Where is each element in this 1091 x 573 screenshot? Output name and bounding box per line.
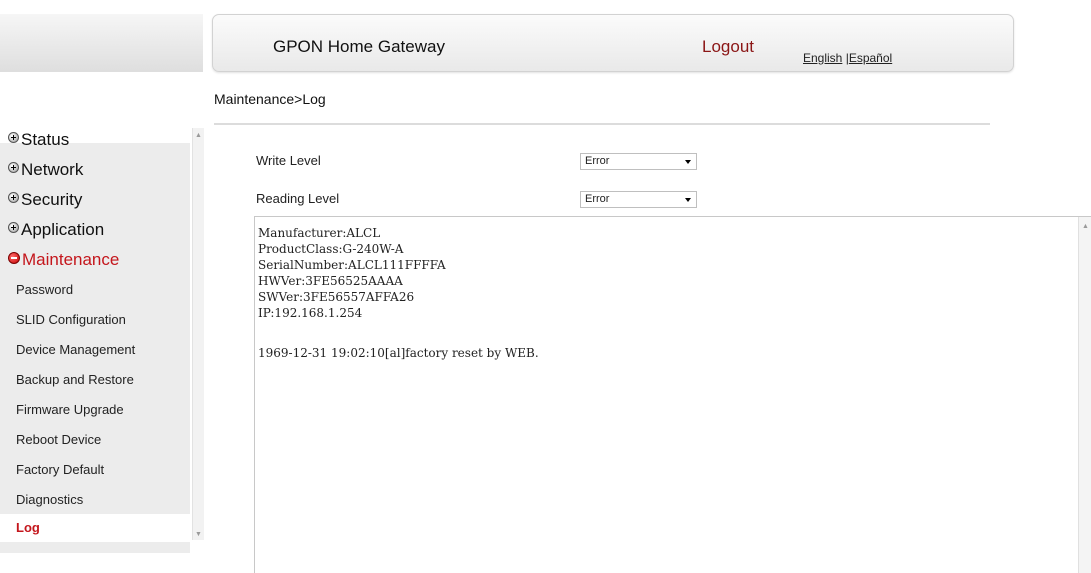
sidebar-group-label: Network xyxy=(21,160,84,179)
sidebar-group-security[interactable]: Security xyxy=(8,190,82,214)
log-scrollbar[interactable]: ▲ xyxy=(1078,217,1091,573)
sidebar-item-reboot-device[interactable]: Reboot Device xyxy=(0,426,190,454)
sidebar-item-slid-configuration[interactable]: SLID Configuration xyxy=(0,306,190,334)
write-level-value: Error xyxy=(585,155,610,167)
sidebar-group-maintenance[interactable]: Maintenance xyxy=(8,250,119,274)
breadcrumb: Maintenance>Log xyxy=(214,91,326,107)
sidebar: Status Network Security Application Main… xyxy=(0,128,204,553)
breadcrumb-divider xyxy=(214,123,990,125)
write-level-select[interactable]: Error xyxy=(580,153,697,170)
scroll-up-arrow-icon[interactable]: ▲ xyxy=(195,132,202,139)
expand-plus-icon xyxy=(8,222,19,233)
scroll-down-arrow-icon[interactable]: ▼ xyxy=(195,531,202,538)
chevron-down-icon xyxy=(685,198,691,202)
expand-plus-icon xyxy=(8,192,19,203)
language-switcher: English |Español xyxy=(803,51,892,65)
log-line: SerialNumber:ALCL111FFFFA xyxy=(258,258,446,272)
sidebar-group-application[interactable]: Application xyxy=(8,220,104,244)
lang-spanish-link[interactable]: Español xyxy=(849,51,892,65)
expand-plus-icon xyxy=(8,132,19,143)
sidebar-group-network[interactable]: Network xyxy=(8,160,83,184)
left-banner xyxy=(0,14,203,72)
collapse-minus-icon xyxy=(8,252,20,264)
sidebar-item-firmware-upgrade[interactable]: Firmware Upgrade xyxy=(0,396,190,424)
log-line: IP:192.168.1.254 xyxy=(258,306,363,320)
sidebar-item-device-management[interactable]: Device Management xyxy=(0,336,190,364)
sidebar-group-status[interactable]: Status xyxy=(8,130,69,154)
chevron-down-icon xyxy=(685,160,691,164)
sidebar-item-factory-default[interactable]: Factory Default xyxy=(0,456,190,484)
sidebar-scrollbar[interactable]: ▲ ▼ xyxy=(192,128,204,540)
log-line: Manufacturer:ALCL xyxy=(258,226,381,240)
log-textarea[interactable]: Manufacturer:ALCL ProductClass:G-240W-A … xyxy=(254,216,1091,573)
header-bar: GPON Home Gateway Logout English |Españo… xyxy=(212,14,1014,72)
log-line: SWVer:3FE56557AFFA26 xyxy=(258,290,415,304)
sidebar-item-diagnostics[interactable]: Diagnostics xyxy=(0,486,190,514)
sidebar-item-password[interactable]: Password xyxy=(0,276,190,304)
reading-level-select[interactable]: Error xyxy=(580,191,697,208)
reading-level-label: Reading Level xyxy=(256,191,340,206)
sidebar-item-backup-and-restore[interactable]: Backup and Restore xyxy=(0,366,190,394)
logout-link[interactable]: Logout xyxy=(702,37,754,57)
sidebar-group-label: Application xyxy=(21,220,105,239)
log-line: HWVer:3FE56525AAAA xyxy=(258,274,403,288)
write-level-label: Write Level xyxy=(256,153,321,168)
reading-level-value: Error xyxy=(585,193,610,205)
log-line: 1969-12-31 19:02:10[al]factory reset by … xyxy=(258,346,539,360)
log-line: ProductClass:G-240W-A xyxy=(258,242,404,256)
app-title: GPON Home Gateway xyxy=(273,37,445,56)
sidebar-item-log[interactable]: Log xyxy=(0,514,190,542)
scroll-up-arrow-icon[interactable]: ▲ xyxy=(1082,223,1089,230)
sidebar-group-label: Security xyxy=(21,190,83,209)
lang-english-link[interactable]: English xyxy=(803,51,842,65)
expand-plus-icon xyxy=(8,162,19,173)
sidebar-group-label: Status xyxy=(21,130,70,149)
sidebar-group-label: Maintenance xyxy=(22,250,120,269)
